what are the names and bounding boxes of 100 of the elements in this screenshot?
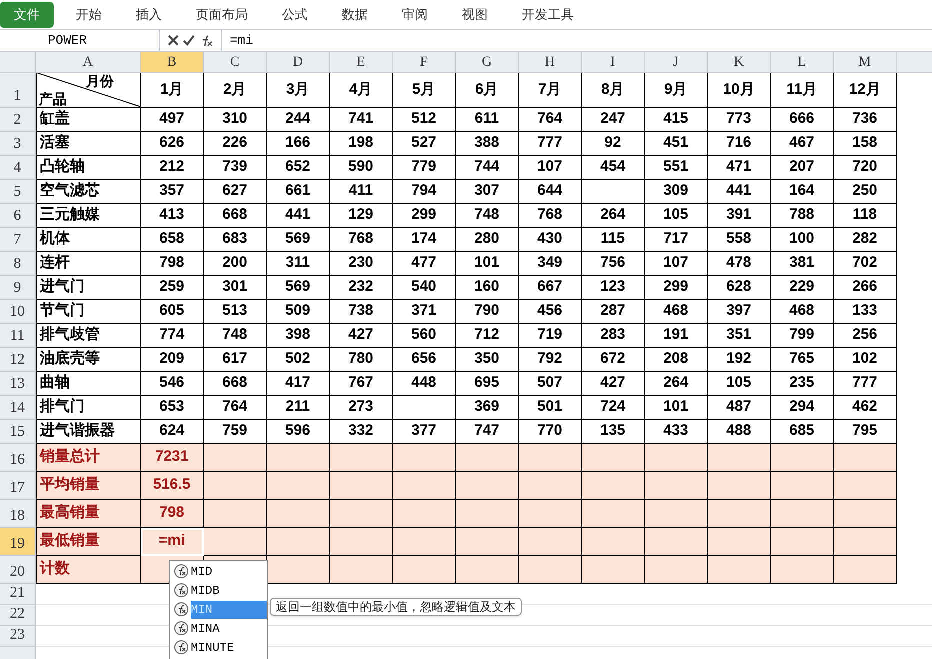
sales-cell: 100 — [771, 228, 834, 252]
sales-cell: 702 — [834, 252, 897, 276]
column-header[interactable]: H — [519, 52, 582, 73]
sales-cell: 764 — [204, 396, 267, 420]
ribbon-tab[interactable]: 公式 — [270, 2, 320, 28]
ribbon-tab[interactable]: 数据 — [330, 2, 380, 28]
row-header[interactable]: 15 — [0, 420, 36, 444]
column-header[interactable]: E — [330, 52, 393, 73]
sales-cell: 451 — [645, 132, 708, 156]
check-icon[interactable] — [183, 35, 195, 46]
sales-cell: 413 — [141, 204, 204, 228]
row-header[interactable]: 18 — [0, 500, 36, 528]
sales-cell: 232 — [330, 276, 393, 300]
row-header[interactable]: 20 — [0, 556, 36, 584]
ribbon-tab[interactable]: 插入 — [124, 2, 174, 28]
column-header[interactable]: D — [267, 52, 330, 73]
sales-cell: 471 — [708, 156, 771, 180]
ribbon-tab[interactable]: 审阅 — [390, 2, 440, 28]
column-header[interactable]: F — [393, 52, 456, 73]
sales-cell: 628 — [708, 276, 771, 300]
row-header[interactable]: 10 — [0, 300, 36, 324]
row-header[interactable]: 8 — [0, 252, 36, 276]
sales-cell: 357 — [141, 180, 204, 204]
sales-cell: 767 — [330, 372, 393, 396]
sales-cell: 102 — [834, 348, 897, 372]
month-header-cell: 3月 — [267, 73, 330, 108]
row-header[interactable]: 5 — [0, 180, 36, 204]
sales-cell: 774 — [141, 324, 204, 348]
row-header[interactable]: 14 — [0, 396, 36, 420]
row-header[interactable]: 4 — [0, 156, 36, 180]
editing-cell[interactable]: =mi — [141, 528, 204, 556]
sales-cell: 719 — [519, 324, 582, 348]
sales-cell: 605 — [141, 300, 204, 324]
ribbon-tab[interactable]: 视图 — [450, 2, 500, 28]
row-header[interactable]: 23 — [0, 626, 36, 647]
sales-cell: 798 — [141, 252, 204, 276]
column-header[interactable]: C — [204, 52, 267, 73]
row-header[interactable]: 6 — [0, 204, 36, 228]
column-header[interactable]: G — [456, 52, 519, 73]
product-cell: 缸盖 — [36, 108, 141, 132]
sales-cell: 158 — [834, 132, 897, 156]
ribbon-tab[interactable]: 文件 — [0, 2, 54, 28]
column-header[interactable]: I — [582, 52, 645, 73]
row-header[interactable]: 3 — [0, 132, 36, 156]
row-header[interactable]: 7 — [0, 228, 36, 252]
sales-cell: 92 — [582, 132, 645, 156]
column-header[interactable]: A — [36, 52, 141, 73]
sales-cell: 200 — [204, 252, 267, 276]
sales-cell: 551 — [645, 156, 708, 180]
row-header[interactable]: 12 — [0, 348, 36, 372]
column-header[interactable]: J — [645, 52, 708, 73]
month-header-cell: 10月 — [708, 73, 771, 108]
sales-cell: 441 — [267, 204, 330, 228]
sales-cell: 198 — [330, 132, 393, 156]
sales-cell: 477 — [393, 252, 456, 276]
row-header[interactable]: 2 — [0, 108, 36, 132]
function-suggestion[interactable]: MINA — [191, 620, 267, 638]
product-cell: 进气门 — [36, 276, 141, 300]
row-header[interactable]: 16 — [0, 444, 36, 472]
sales-cell: 748 — [456, 204, 519, 228]
cancel-icon[interactable] — [168, 35, 179, 46]
sales-cell: 427 — [582, 372, 645, 396]
sales-cell: 282 — [834, 228, 897, 252]
sales-cell: 468 — [645, 300, 708, 324]
column-header[interactable]: M — [834, 52, 897, 73]
sales-cell: 788 — [771, 204, 834, 228]
row-header[interactable]: 11 — [0, 324, 36, 348]
product-cell: 凸轮轴 — [36, 156, 141, 180]
function-icon — [174, 583, 189, 598]
function-suggestion[interactable]: MID — [191, 562, 267, 580]
product-cell: 活塞 — [36, 132, 141, 156]
function-suggestion[interactable]: MIDB — [191, 582, 267, 600]
month-header-cell: 1月 — [141, 73, 204, 108]
row-header[interactable]: 13 — [0, 372, 36, 396]
column-header[interactable]: L — [771, 52, 834, 73]
sales-cell: 448 — [393, 372, 456, 396]
sales-cell: 105 — [708, 372, 771, 396]
ribbon-tab[interactable]: 开发工具 — [510, 2, 586, 28]
sales-cell: 509 — [267, 300, 330, 324]
row-header[interactable]: 17 — [0, 472, 36, 500]
sales-cell: 739 — [204, 156, 267, 180]
sales-cell: 716 — [708, 132, 771, 156]
product-cell: 排气歧管 — [36, 324, 141, 348]
sales-cell: 661 — [267, 180, 330, 204]
column-header[interactable]: K — [708, 52, 771, 73]
function-tooltip: 返回一组数值中的最小值，忽略逻辑值及文本 — [270, 598, 522, 616]
function-suggestion[interactable]: MINUTE — [191, 638, 267, 656]
sales-cell: 391 — [708, 204, 771, 228]
sales-cell: 166 — [267, 132, 330, 156]
sales-cell: 512 — [393, 108, 456, 132]
row-header[interactable]: 21 — [0, 584, 36, 605]
ribbon-tab[interactable]: 页面布局 — [184, 2, 260, 28]
row-header[interactable]: 22 — [0, 605, 36, 626]
row-header[interactable]: 9 — [0, 276, 36, 300]
function-icon — [174, 602, 189, 617]
sales-cell: 273 — [330, 396, 393, 420]
row-header[interactable]: 19 — [0, 528, 36, 556]
column-header[interactable]: B — [141, 52, 204, 73]
row-header[interactable]: 1 — [0, 73, 36, 108]
ribbon-tab[interactable]: 开始 — [64, 2, 114, 28]
